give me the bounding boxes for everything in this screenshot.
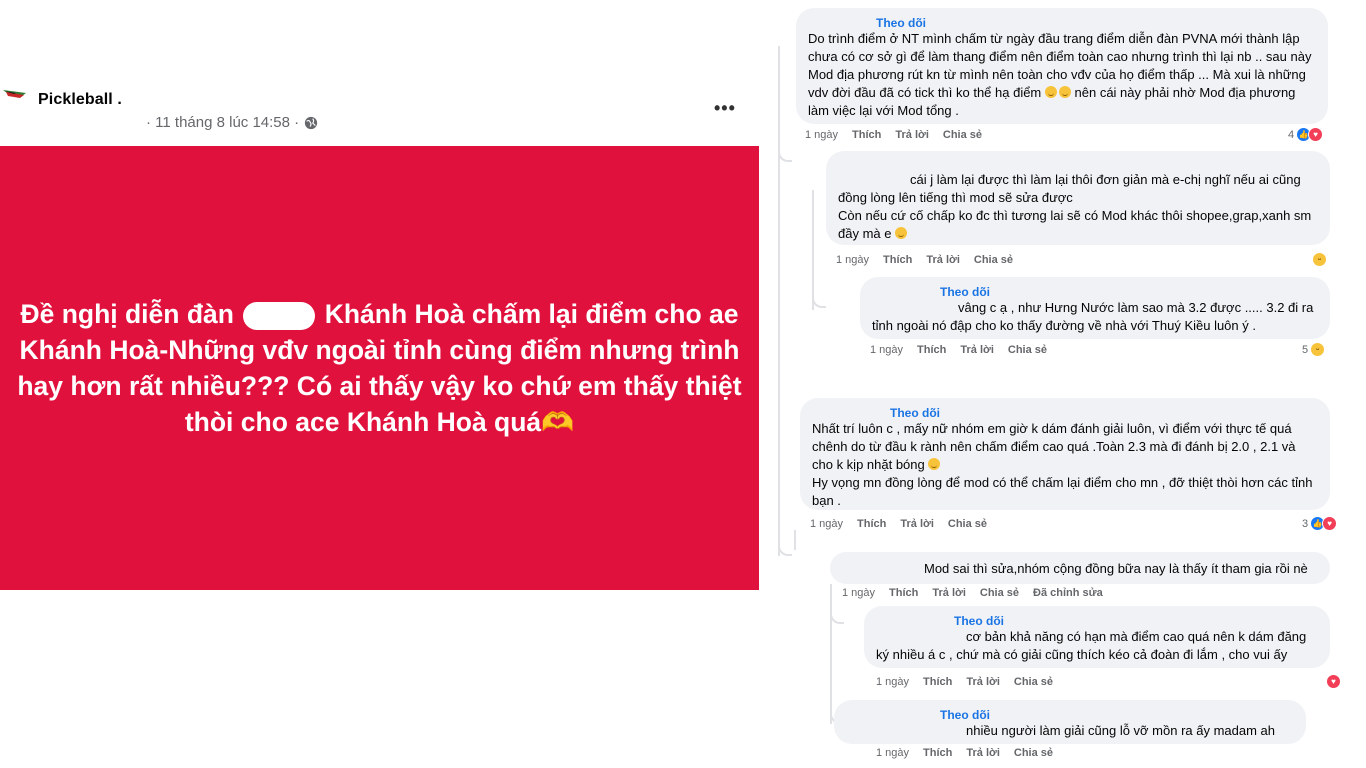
pleading-emoji-icon [1044,86,1057,98]
like-button[interactable]: Thích [917,344,946,356]
post-text-line1b: Khánh Hoà chấm lại điểm cho ae [324,299,739,329]
edited-label[interactable]: Đã chỉnh sửa [1033,587,1103,599]
thread-line [778,46,780,556]
reaction-summary[interactable]: ᵕ [1312,252,1327,267]
reply-button[interactable]: Trả lời [926,254,960,266]
comments-panel: Theo dõi Do trình điểm ở NT mình chấm từ… [770,0,1366,768]
comment-text: nhiều người làm giải cũng lỗ vỡ mồn ra ấ… [966,723,1276,738]
share-button[interactable]: Chia sẻ [980,587,1019,599]
reply-button[interactable]: Trả lời [895,129,929,141]
love-reaction-icon: ♥ [1308,127,1324,142]
comment-bubble: Theo dõi Do trình điểm ở NT mình chấm từ… [796,8,1328,124]
reply-button[interactable]: Trả lời [966,676,1000,688]
like-button[interactable]: Thích [857,518,886,530]
post-text-line4: thòi cho ace Khánh Hoà quá🫶 [184,407,575,437]
like-button[interactable]: Thích [923,676,952,688]
share-button[interactable]: Chia sẻ [974,254,1013,266]
more-horizontal-icon[interactable]: ••• [714,98,736,119]
follow-link[interactable]: Theo dõi [940,285,990,299]
post: Pickleball . · 11 tháng 8 lúc 14:58 · ••… [0,0,770,768]
comment-actions: 1 ngày Thích Trả lời Chia sẻ [870,344,1047,356]
comment-time[interactable]: 1 ngày [870,344,903,356]
comment-text: Mod sai thì sửa,nhóm cộng đồng bữa nay l… [924,561,1308,576]
comment-actions: 1 ngày Thích Trả lời Chia sẻ [836,254,1013,266]
pleading-emoji-icon [1058,86,1071,98]
reply-button[interactable]: Trả lời [960,344,994,356]
comment-time[interactable]: 1 ngày [876,747,909,759]
haha-reaction-icon: ᵕ [1312,252,1327,267]
comment-time[interactable]: 1 ngày [842,587,875,599]
share-button[interactable]: Chia sẻ [948,518,987,530]
comment-text: Do trình điểm ở NT mình chấm từ ngày đầu… [808,31,1312,118]
thread-connector [778,150,792,162]
redaction-mark [243,302,316,330]
post-header: Pickleball . · 11 tháng 8 lúc 14:58 · ••… [0,78,770,138]
group-name[interactable]: Pickleball . [38,91,122,109]
thread-line [812,190,814,310]
comment-bubble: Theo dõi vâng c ạ , như Hưng Nước làm sa… [860,277,1330,339]
follow-link[interactable]: Theo dõi [876,16,926,30]
laughing-emoji-icon [895,227,908,239]
group-logo-icon[interactable] [2,88,28,102]
comment-text: cơ bản khả năng có hạn mà điểm cao quá n… [876,629,1307,662]
share-button[interactable]: Chia sẻ [1014,676,1053,688]
comment-bubble: Mod sai thì sửa,nhóm cộng đồng bữa nay l… [830,552,1330,584]
haha-reaction-icon: ᵕ [1310,342,1326,357]
thread-connector [830,612,844,624]
comment-actions: 1 ngày Thích Trả lời Chia sẻ [810,518,987,530]
follow-link[interactable]: Theo dõi [954,614,1004,628]
comment-text: vâng c ạ , như Hưng Nước làm sao mà 3.2 … [872,300,1314,333]
post-meta: · 11 tháng 8 lúc 14:58 · [146,114,318,131]
thread-connector [812,296,826,308]
share-button[interactable]: Chia sẻ [1014,747,1053,759]
love-reaction-icon: ♥ [1322,516,1338,531]
thread-line [794,530,796,550]
comment-actions: 1 ngày Thích Trả lời Chia sẻ [876,747,1053,759]
like-button[interactable]: Thích [889,587,918,599]
post-image-text: Đề nghị diễn đàn Khánh Hoà chấm lại điểm… [10,296,750,440]
post-text-line2: Khánh Hoà-Những vđv ngoài tỉnh cùng điểm… [19,335,740,365]
comment-time[interactable]: 1 ngày [836,254,869,266]
comment-bubble: Theo dõi nhiều người làm giải cũng lỗ vỡ… [834,700,1306,744]
reaction-summary[interactable]: ♥ [1326,674,1341,689]
reaction-summary[interactable]: 5 ᵕ [1302,342,1326,357]
comment-actions: 1 ngày Thích Trả lời Chia sẻ Đã chỉnh sử… [842,587,1103,599]
comment-bubble: cái j làm lại được thì làm lại thôi đơn … [826,151,1330,245]
follow-link[interactable]: Theo dõi [940,708,990,722]
like-button[interactable]: Thích [883,254,912,266]
post-timestamp[interactable]: · 11 tháng 8 lúc 14:58 · [146,114,299,131]
like-button[interactable]: Thích [852,129,881,141]
share-button[interactable]: Chia sẻ [1008,344,1047,356]
pleading-emoji-icon [928,458,941,470]
share-button[interactable]: Chia sẻ [943,129,982,141]
post-text-line3: hay hơn rất nhiều??? Có ai thấy vậy ko c… [17,371,742,401]
comment-bubble: Theo dõi cơ bản khả năng có hạn mà điểm … [864,606,1330,668]
follow-link[interactable]: Theo dõi [890,406,940,420]
globe-icon [305,116,318,129]
comment-time[interactable]: 1 ngày [810,518,843,530]
comment-time[interactable]: 1 ngày [805,129,838,141]
like-button[interactable]: Thích [923,747,952,759]
comment-text: Nhất trí luôn c , mấy nữ nhóm em giờ k d… [812,421,1313,508]
post-image[interactable]: Đề nghị diễn đàn Khánh Hoà chấm lại điểm… [0,146,759,590]
reply-button[interactable]: Trả lời [966,747,1000,759]
thread-line [830,584,832,724]
comment-actions: 1 ngày Thích Trả lời Chia sẻ [805,129,982,141]
love-reaction-icon: ♥ [1326,674,1341,689]
reaction-summary[interactable]: 3 👍 ♥ [1302,516,1338,531]
comment-actions: 1 ngày Thích Trả lời Chia sẻ [876,676,1053,688]
post-text-line1a: Đề nghị diễn đàn [20,299,234,329]
comment-bubble: Theo dõi Nhất trí luôn c , mấy nữ nhóm e… [800,398,1330,510]
reply-button[interactable]: Trả lời [932,587,966,599]
reply-button[interactable]: Trả lời [900,518,934,530]
reaction-summary[interactable]: 4 👍 ♥ [1288,127,1324,142]
comment-time[interactable]: 1 ngày [876,676,909,688]
comment-text: cái j làm lại được thì làm lại thôi đơn … [838,172,1312,241]
thread-connector [778,544,792,556]
